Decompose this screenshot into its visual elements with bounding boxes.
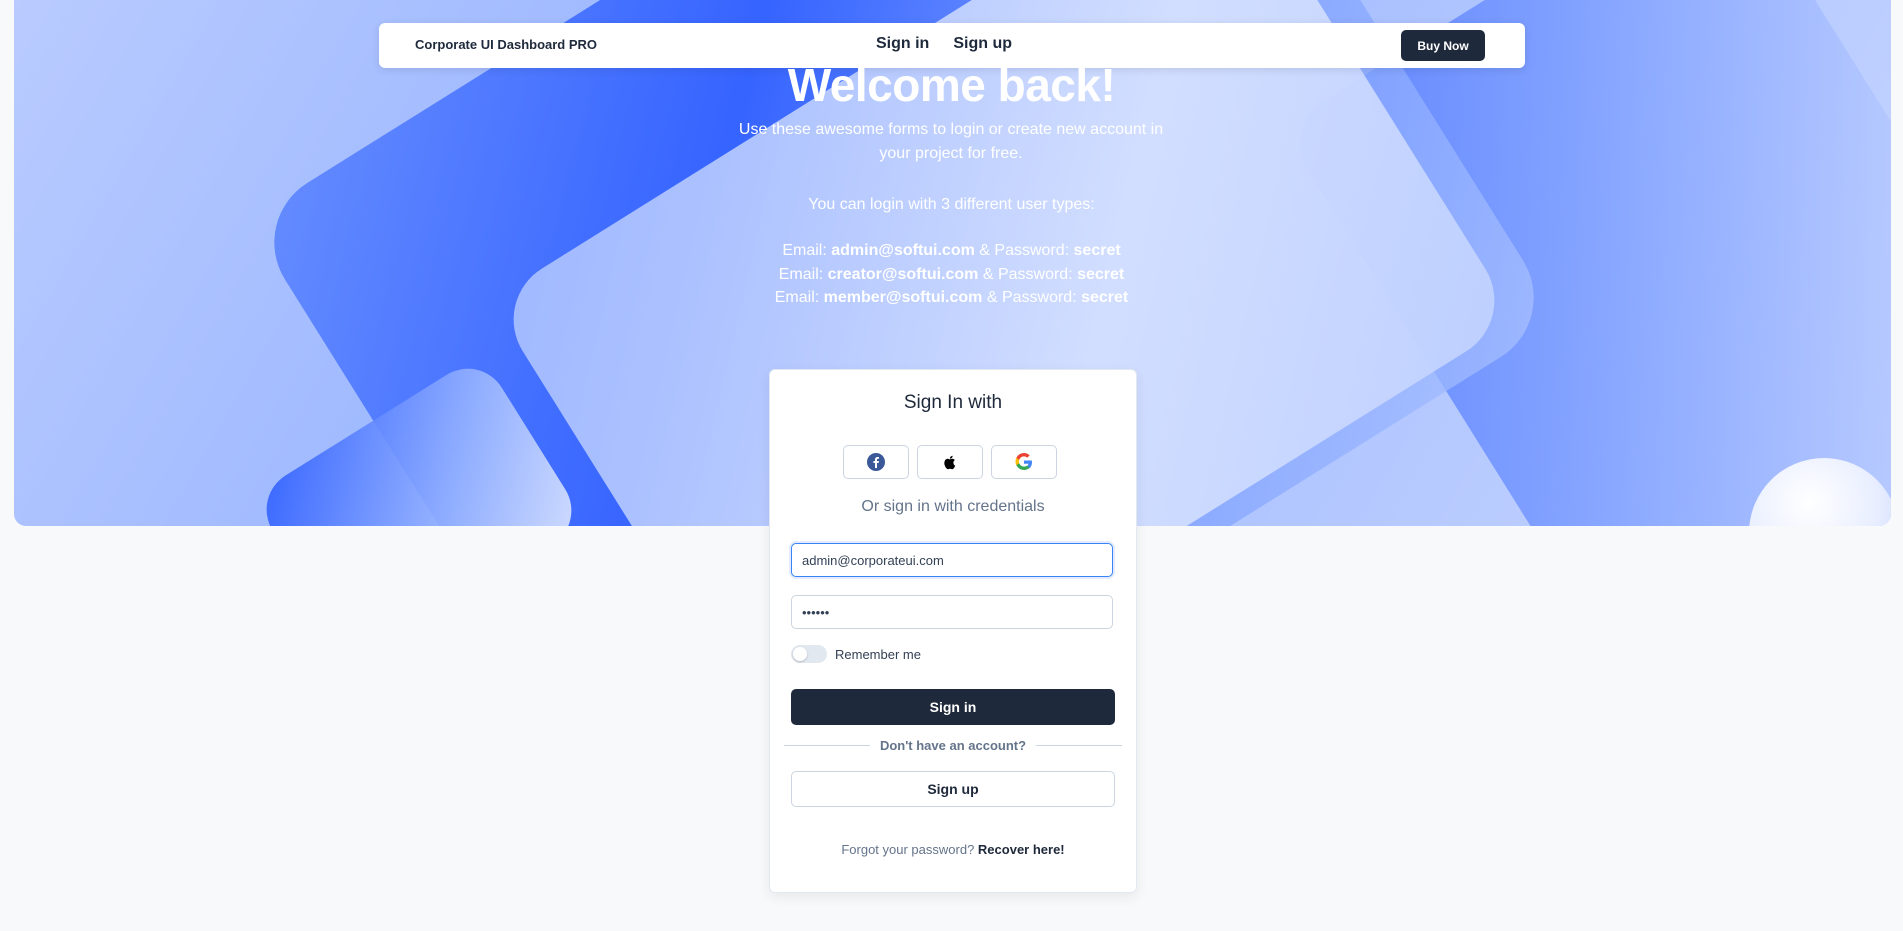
credential-mid: & Password:	[978, 266, 1078, 283]
google-icon	[1015, 453, 1032, 470]
apple-login-button[interactable]	[917, 445, 983, 479]
remember-me-toggle[interactable]	[791, 645, 827, 663]
recover-password-link[interactable]: Recover here!	[978, 842, 1065, 857]
sign-in-button[interactable]: Sign in	[791, 689, 1115, 725]
forgot-password: Forgot your password? Recover here!	[770, 842, 1136, 857]
hero-subtitle: Use these awesome forms to login or crea…	[738, 121, 1164, 162]
credential-prefix: Email:	[778, 266, 828, 283]
credential-email: member@softui.com	[823, 289, 983, 306]
nav-links: Sign in Sign up	[876, 35, 1012, 53]
facebook-login-button[interactable]	[843, 445, 909, 479]
credential-line: Email: creator@softui.com & Password: se…	[0, 266, 1903, 284]
credential-mid: & Password:	[974, 242, 1074, 259]
login-hint: You can login with 3 different user type…	[808, 196, 1095, 213]
toggle-knob	[793, 647, 807, 661]
credential-password: secret	[1073, 242, 1121, 259]
brand-name[interactable]: Corporate UI Dashboard PRO	[415, 37, 597, 52]
forgot-password-text: Forgot your password?	[841, 842, 978, 857]
credential-prefix: Email:	[774, 289, 824, 306]
credential-email: admin@softui.com	[831, 242, 975, 259]
facebook-icon	[867, 453, 885, 471]
remember-me-label: Remember me	[835, 646, 921, 662]
social-login-buttons	[843, 445, 1057, 479]
page-title: Welcome back!	[787, 59, 1116, 111]
google-login-button[interactable]	[991, 445, 1057, 479]
nav-sign-up-link[interactable]: Sign up	[953, 35, 1012, 53]
card-title: Sign In with	[903, 392, 1003, 413]
signup-divider: Don't have an account?	[784, 738, 1122, 753]
divider-text: Don't have an account?	[879, 738, 1027, 753]
credential-line: Email: admin@softui.com & Password: secr…	[0, 242, 1903, 260]
nav-sign-in-link[interactable]: Sign in	[876, 35, 929, 53]
divider-line	[784, 745, 870, 746]
remember-me: Remember me	[791, 645, 921, 663]
divider-line	[1036, 745, 1122, 746]
credential-mid: & Password:	[982, 289, 1082, 306]
credential-password: secret	[1081, 289, 1129, 306]
sign-in-card: Sign In with Or sign in with credentials	[769, 369, 1137, 893]
credential-line: Email: member@softui.com & Password: sec…	[0, 289, 1903, 307]
credential-email: creator@softui.com	[827, 266, 979, 283]
apple-icon	[944, 455, 956, 470]
credential-password: secret	[1077, 266, 1125, 283]
sign-up-button[interactable]: Sign up	[791, 771, 1115, 807]
or-credentials-text: Or sign in with credentials	[861, 498, 1045, 515]
password-field[interactable]	[791, 595, 1113, 629]
buy-now-button[interactable]: Buy Now	[1401, 30, 1485, 61]
email-field[interactable]	[791, 543, 1113, 577]
credential-prefix: Email:	[782, 242, 832, 259]
